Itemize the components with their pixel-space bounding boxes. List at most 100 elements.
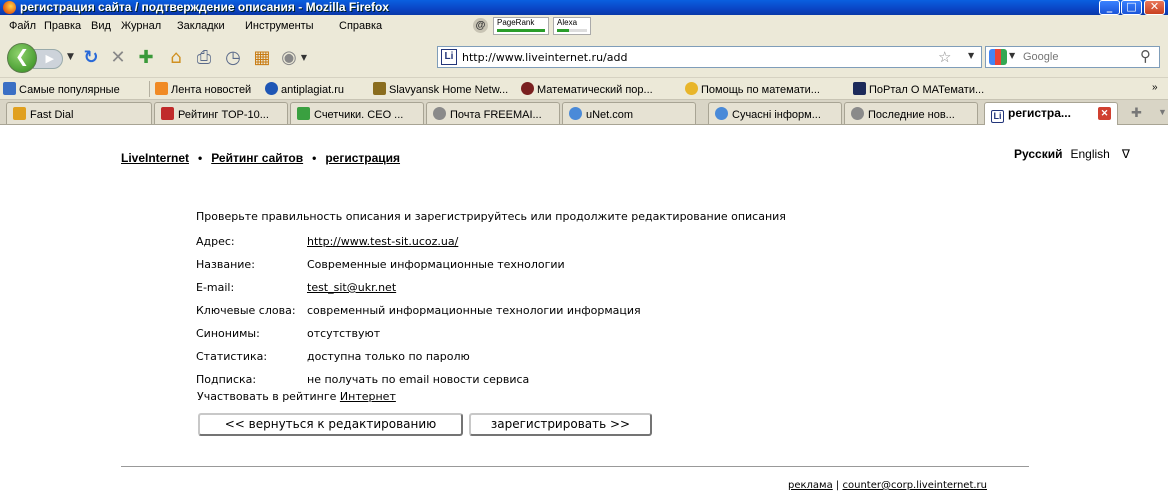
participate-text: Участвовать в рейтинге <box>197 390 337 403</box>
tab-modern-info[interactable]: Сучасні інформ... <box>708 102 842 124</box>
bookmark-item[interactable]: Помощь по математи... <box>685 82 820 97</box>
back-to-edit-button[interactable]: << вернуться к редактированию <box>198 413 463 436</box>
new-tab-icon[interactable]: ✚ <box>135 47 157 69</box>
footer: реклама | counter@corp.liveinternet.ru <box>788 480 987 491</box>
minimize-button[interactable]: _ <box>1099 0 1120 15</box>
star-icon <box>685 82 698 95</box>
pagerank-label: PageRank <box>497 18 535 27</box>
tab-bar: Fast Dial Рейтинг TOP-10... Счетчики. СЕ… <box>0 99 1168 126</box>
menu-edit[interactable]: Правка <box>44 20 81 32</box>
search-bar[interactable]: ▼ ⚲ <box>985 46 1160 68</box>
forward-button[interactable]: ▶ <box>33 49 63 69</box>
subscription-value: не получать по email новости сервиса <box>307 373 530 386</box>
circle-logo-icon <box>265 82 278 95</box>
footer-ads-link[interactable]: реклама <box>788 480 833 491</box>
register-button[interactable]: зарегистрировать >> <box>469 413 652 436</box>
field-label: Синонимы: <box>196 327 260 340</box>
alexa-widget[interactable]: Alexa <box>553 17 591 35</box>
instruction-text: Проверьте правильность описания и зареги… <box>196 210 786 223</box>
navigation-toolbar: ▶ ❮ ▼ ↻ ✕ ✚ ⌂ ⎙ ◷ ▦ ◉ ▼ Li ☆ ▼ ▼ ⚲ <box>0 37 1168 77</box>
footer-email-link[interactable]: counter@corp.liveinternet.ru <box>842 480 987 491</box>
menu-help[interactable]: Справка <box>339 20 382 32</box>
tab-rating[interactable]: Рейтинг TOP-10... <box>154 102 288 124</box>
menu-tools[interactable]: Инструменты <box>245 20 314 32</box>
footer-separator: | <box>835 480 840 491</box>
menu-bookmarks[interactable]: Закладки <box>177 20 225 32</box>
unet-icon <box>715 107 728 120</box>
site-name-value: Современные информационные технологии <box>307 258 565 271</box>
bookmarks-overflow-button[interactable]: » <box>1152 82 1158 93</box>
table-row: Название: Современные информационные техн… <box>194 253 643 276</box>
participate-line: Участвовать в рейтинге Интернет <box>197 390 396 403</box>
bookmark-item[interactable]: Математический пор... <box>521 82 653 97</box>
page-content: LiveInternet • Рейтинг сайтов • регистрация … <box>0 125 1168 497</box>
search-engine-dropdown-icon[interactable]: ▼ <box>1009 51 1015 60</box>
field-label: Подписка: <box>196 373 257 386</box>
table-row: Статистика: доступна только по паролю <box>194 345 643 368</box>
language-toggle-icon[interactable]: ∇ <box>1122 147 1130 161</box>
reload-icon[interactable]: ↻ <box>80 47 102 69</box>
window-title: регистрация сайта / подтверждение описан… <box>20 0 389 14</box>
menu-bar: Файл Правка Вид Журнал Закладки Инструме… <box>0 15 1168 37</box>
pagerank-widget[interactable]: PageRank <box>493 17 549 35</box>
tab-mail[interactable]: Почта FREEMAI... <box>426 102 560 124</box>
news-icon <box>851 107 864 120</box>
synonyms-value: отсутствуют <box>307 327 381 340</box>
back-button[interactable]: ❮ <box>7 43 37 73</box>
tab-latest-news[interactable]: Последние нов... <box>844 102 978 124</box>
unet-icon <box>569 107 582 120</box>
alexa-label: Alexa <box>557 18 578 27</box>
field-label: Статистика: <box>196 350 268 363</box>
print-icon[interactable]: ⎙ <box>193 47 215 69</box>
close-tab-icon[interactable]: ✕ <box>1098 107 1111 120</box>
language-switcher: Русский English ∇ <box>1014 147 1130 161</box>
language-english-link[interactable]: English <box>1071 147 1110 161</box>
globe-icon[interactable]: ◉ <box>278 47 300 69</box>
url-dropdown-icon[interactable]: ▼ <box>968 51 974 60</box>
history-clock-icon[interactable]: ◷ <box>222 47 244 69</box>
apps-grid-icon[interactable]: ▦ <box>251 47 273 69</box>
menu-view[interactable]: Вид <box>91 20 111 32</box>
participate-internet-link[interactable]: Интернет <box>340 390 396 403</box>
keywords-value: современный информационные технологии ин… <box>307 304 641 317</box>
bookmark-item[interactable]: Лента новостей <box>155 82 251 97</box>
maximize-button[interactable]: □ <box>1121 0 1142 15</box>
at-sign-icon[interactable]: @ <box>473 18 488 33</box>
tab-unet[interactable]: uNet.com <box>562 102 696 124</box>
address-bar[interactable]: Li ☆ ▼ <box>437 46 982 68</box>
table-row: Синонимы: отсутствуют <box>194 322 643 345</box>
menu-history[interactable]: Журнал <box>121 20 161 32</box>
home-icon[interactable]: ⌂ <box>165 47 187 69</box>
breadcrumb-liveinternet[interactable]: LiveInternet <box>121 151 189 165</box>
breadcrumb-registration[interactable]: регистрация <box>325 151 400 165</box>
globe-dropdown-icon[interactable]: ▼ <box>298 47 310 69</box>
tab-fast-dial[interactable]: Fast Dial <box>6 102 152 124</box>
new-tab-button[interactable]: ✚ <box>1131 105 1142 121</box>
close-window-button[interactable]: ✕ <box>1144 0 1165 15</box>
bookmark-item[interactable]: Slavyansk Home Netw... <box>373 82 508 97</box>
stop-icon[interactable]: ✕ <box>107 47 129 69</box>
table-row: Ключевые слова: современный информационны… <box>194 299 643 322</box>
tab-counters[interactable]: Счетчики. СЕО ... <box>290 102 424 124</box>
tab-list-icon[interactable]: ▼ <box>1158 107 1167 117</box>
fast-dial-icon <box>13 107 26 120</box>
bookmarks-bar: Самые популярные Лента новостей antiplag… <box>0 77 1168 99</box>
url-input[interactable] <box>462 49 932 65</box>
description-table: Адрес: http://www.test-sit.ucoz.ua/ Назва… <box>194 230 643 391</box>
table-row: Подписка: не получать по email новости се… <box>194 368 643 391</box>
search-icon[interactable]: ⚲ <box>1140 47 1151 65</box>
bookmark-item[interactable]: ПоРтал О МАТемати... <box>853 82 984 97</box>
menu-file[interactable]: Файл <box>9 20 36 32</box>
alexa-bar <box>557 29 587 32</box>
bookmark-item[interactable]: Самые популярные <box>3 82 120 97</box>
breadcrumb-site-rating[interactable]: Рейтинг сайтов <box>211 151 303 165</box>
search-engine-icon[interactable] <box>989 49 1007 65</box>
history-dropdown-icon[interactable]: ▼ <box>67 52 74 62</box>
email-link[interactable]: test_sit@ukr.net <box>307 281 396 294</box>
cdc-icon <box>373 82 386 95</box>
bookmark-star-icon[interactable]: ☆ <box>938 48 951 66</box>
tab-registration[interactable]: Li регистра... ✕ <box>984 102 1118 126</box>
search-input[interactable] <box>1023 49 1133 65</box>
bookmark-item[interactable]: antiplagiat.ru <box>265 82 344 97</box>
site-address-link[interactable]: http://www.test-sit.ucoz.ua/ <box>307 235 458 248</box>
